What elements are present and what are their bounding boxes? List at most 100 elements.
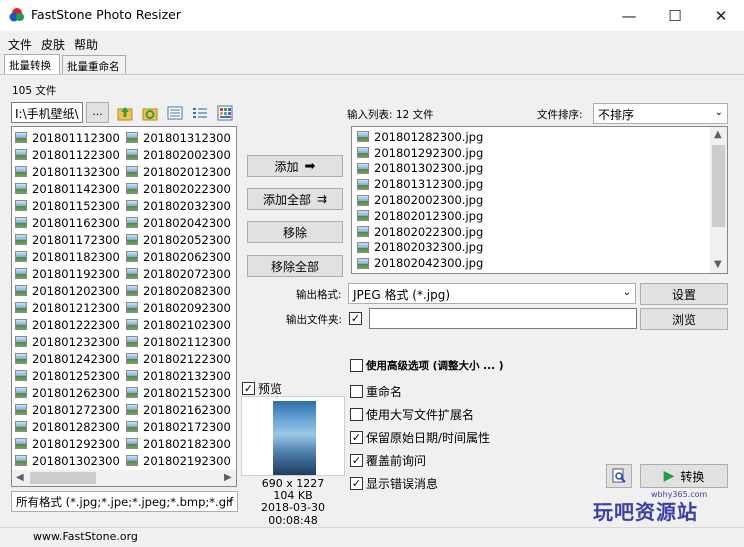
- output-format-dropdown[interactable]: JPEG 格式 (*.jpg) ⌄: [348, 283, 636, 304]
- list-item[interactable]: 201802192300: [126, 452, 231, 469]
- list-item[interactable]: 201802022300.jpg: [357, 224, 483, 240]
- list-item[interactable]: 201802132300: [126, 367, 231, 384]
- scroll-left-icon[interactable]: ◀: [16, 472, 24, 483]
- list-item[interactable]: 201802032300.jpg: [357, 240, 483, 256]
- output-folder-checkbox[interactable]: ✓: [349, 312, 365, 325]
- list-item[interactable]: 201802102300: [126, 316, 231, 333]
- scroll-down-icon[interactable]: ▼: [714, 259, 722, 270]
- list-item[interactable]: 201802002300: [126, 146, 231, 163]
- settings-button[interactable]: 设置: [640, 283, 728, 305]
- list-item[interactable]: 201801242300: [15, 350, 120, 367]
- advanced-options-checkbox[interactable]: 使用高级选项 (调整大小 ... ): [350, 358, 504, 373]
- menu-skin[interactable]: 皮肤: [33, 36, 66, 53]
- list-item[interactable]: 201801192300: [15, 265, 120, 282]
- sort-dropdown[interactable]: 不排序 ⌄: [593, 103, 728, 124]
- list-item[interactable]: 201801132300: [15, 163, 120, 180]
- remove-all-button[interactable]: 移除全部: [247, 255, 343, 277]
- output-folder-field[interactable]: [369, 308, 637, 329]
- list-item[interactable]: 201802032300: [126, 197, 231, 214]
- list-item[interactable]: 201801152300: [15, 197, 120, 214]
- list-item[interactable]: 201801302300: [15, 452, 120, 469]
- list-item[interactable]: 201801312300.jpg: [357, 176, 483, 192]
- rename-checkbox[interactable]: 重命名: [350, 383, 402, 400]
- thumbnail-view-icon[interactable]: [217, 105, 233, 121]
- preview-checkbox[interactable]: ✓ 预览: [242, 380, 282, 397]
- folder-path-field[interactable]: I:\手机壁纸\: [11, 102, 83, 123]
- list-item[interactable]: 201802012300.jpg: [357, 208, 483, 224]
- list-item[interactable]: 201802002300.jpg: [357, 192, 483, 208]
- list-item[interactable]: 201802012300: [126, 163, 231, 180]
- browse-folder-button[interactable]: ...: [86, 102, 109, 123]
- list-item-label: 201802152300: [143, 385, 231, 400]
- add-all-button[interactable]: 添加全部 ⇉: [247, 188, 343, 210]
- preview-zoom-button[interactable]: [606, 464, 632, 488]
- list-item[interactable]: 201801262300: [15, 384, 120, 401]
- add-button[interactable]: 添加 ➡: [247, 155, 343, 177]
- list-item[interactable]: 201802042300: [126, 214, 231, 231]
- list-item[interactable]: 201801282300.jpg: [357, 129, 483, 145]
- list-item[interactable]: 201801202300: [15, 282, 120, 299]
- list-item-label: 201802062300: [143, 249, 231, 264]
- list-item[interactable]: 201802042300.jpg: [357, 255, 483, 271]
- menu-help[interactable]: 帮助: [66, 36, 99, 53]
- list-item[interactable]: 201801112300: [15, 129, 120, 146]
- list-item[interactable]: 201801282300: [15, 418, 120, 435]
- uppercase-ext-checkbox[interactable]: 使用大写文件扩展名: [350, 406, 474, 423]
- scroll-right-icon[interactable]: ▶: [224, 472, 232, 483]
- remove-button[interactable]: 移除: [247, 221, 343, 243]
- list-item[interactable]: 201801182300: [15, 248, 120, 265]
- input-file-list[interactable]: 201801282300.jpg 201801292300.jpg 20180130…: [351, 126, 728, 274]
- list-item[interactable]: 201801272300: [15, 401, 120, 418]
- list-item[interactable]: 201801302300.jpg: [357, 161, 483, 177]
- up-folder-icon[interactable]: [117, 105, 133, 121]
- list-item[interactable]: 201802162300: [126, 401, 231, 418]
- close-button[interactable]: ✕: [698, 0, 744, 31]
- scroll-up-icon[interactable]: ▲: [714, 129, 722, 140]
- list-item[interactable]: 201802092300: [126, 299, 231, 316]
- list-item[interactable]: 201802122300: [126, 350, 231, 367]
- list-item[interactable]: 201801122300: [15, 146, 120, 163]
- maximize-button[interactable]: ☐: [652, 0, 698, 31]
- file-type-filter[interactable]: 所有格式 (*.jpg;*.jpe;*.jpeg;*.bmp;*.gif ⌄: [11, 491, 238, 512]
- list-item[interactable]: 201801252300: [15, 367, 120, 384]
- list-item[interactable]: 201802182300: [126, 435, 231, 452]
- website-link[interactable]: www.FastStone.org: [33, 530, 138, 543]
- scroll-thumb[interactable]: [712, 145, 725, 227]
- tab-batch-rename[interactable]: 批量重命名: [62, 55, 126, 74]
- list-item-label: 201802162300: [143, 402, 231, 417]
- list-item[interactable]: 201801142300: [15, 180, 120, 197]
- refresh-folder-icon[interactable]: [142, 105, 158, 121]
- list-item[interactable]: 201801292300.jpg: [357, 145, 483, 161]
- minimize-button[interactable]: —: [606, 0, 652, 31]
- source-file-list[interactable]: 201801112300 201801122300 201801132300 2018…: [11, 126, 237, 487]
- overwrite-ask-checkbox[interactable]: ✓ 覆盖前询问: [350, 452, 426, 469]
- keep-date-checkbox[interactable]: ✓ 保留原始日期/时间属性: [350, 429, 490, 446]
- list-item[interactable]: 201801292300: [15, 435, 120, 452]
- menu-file[interactable]: 文件: [0, 36, 33, 53]
- list-item[interactable]: 201801232300: [15, 333, 120, 350]
- list-item[interactable]: 201801222300: [15, 316, 120, 333]
- list-item[interactable]: 201801162300: [15, 214, 120, 231]
- list-item-label: 201802002300.jpg: [374, 193, 484, 208]
- file-list-horizontal-scrollbar[interactable]: ◀ ▶: [12, 470, 236, 486]
- show-errors-checkbox[interactable]: ✓ 显示错误消息: [350, 475, 438, 492]
- list-item[interactable]: 201801312300: [126, 129, 231, 146]
- list-item[interactable]: 201802062300: [126, 248, 231, 265]
- list-item-label: 201801222300: [32, 317, 120, 332]
- convert-button[interactable]: ▶ 转换: [640, 464, 728, 488]
- list-item[interactable]: 201801172300: [15, 231, 120, 248]
- tab-batch-convert[interactable]: 批量转换: [4, 54, 60, 74]
- list-item[interactable]: 201801212300: [15, 299, 120, 316]
- list-item[interactable]: 201802022300: [126, 180, 231, 197]
- list-item[interactable]: 201802072300: [126, 265, 231, 282]
- input-list-vertical-scrollbar[interactable]: ▲ ▼: [710, 127, 727, 273]
- list-item[interactable]: 201802052300: [126, 231, 231, 248]
- list-view-icon[interactable]: [167, 105, 183, 121]
- list-item[interactable]: 201802082300: [126, 282, 231, 299]
- details-view-icon[interactable]: [192, 105, 208, 121]
- list-item[interactable]: 201802112300: [126, 333, 231, 350]
- scroll-thumb[interactable]: [30, 472, 96, 484]
- list-item[interactable]: 201802172300: [126, 418, 231, 435]
- list-item[interactable]: 201802152300: [126, 384, 231, 401]
- browse-button[interactable]: 浏览: [640, 308, 728, 330]
